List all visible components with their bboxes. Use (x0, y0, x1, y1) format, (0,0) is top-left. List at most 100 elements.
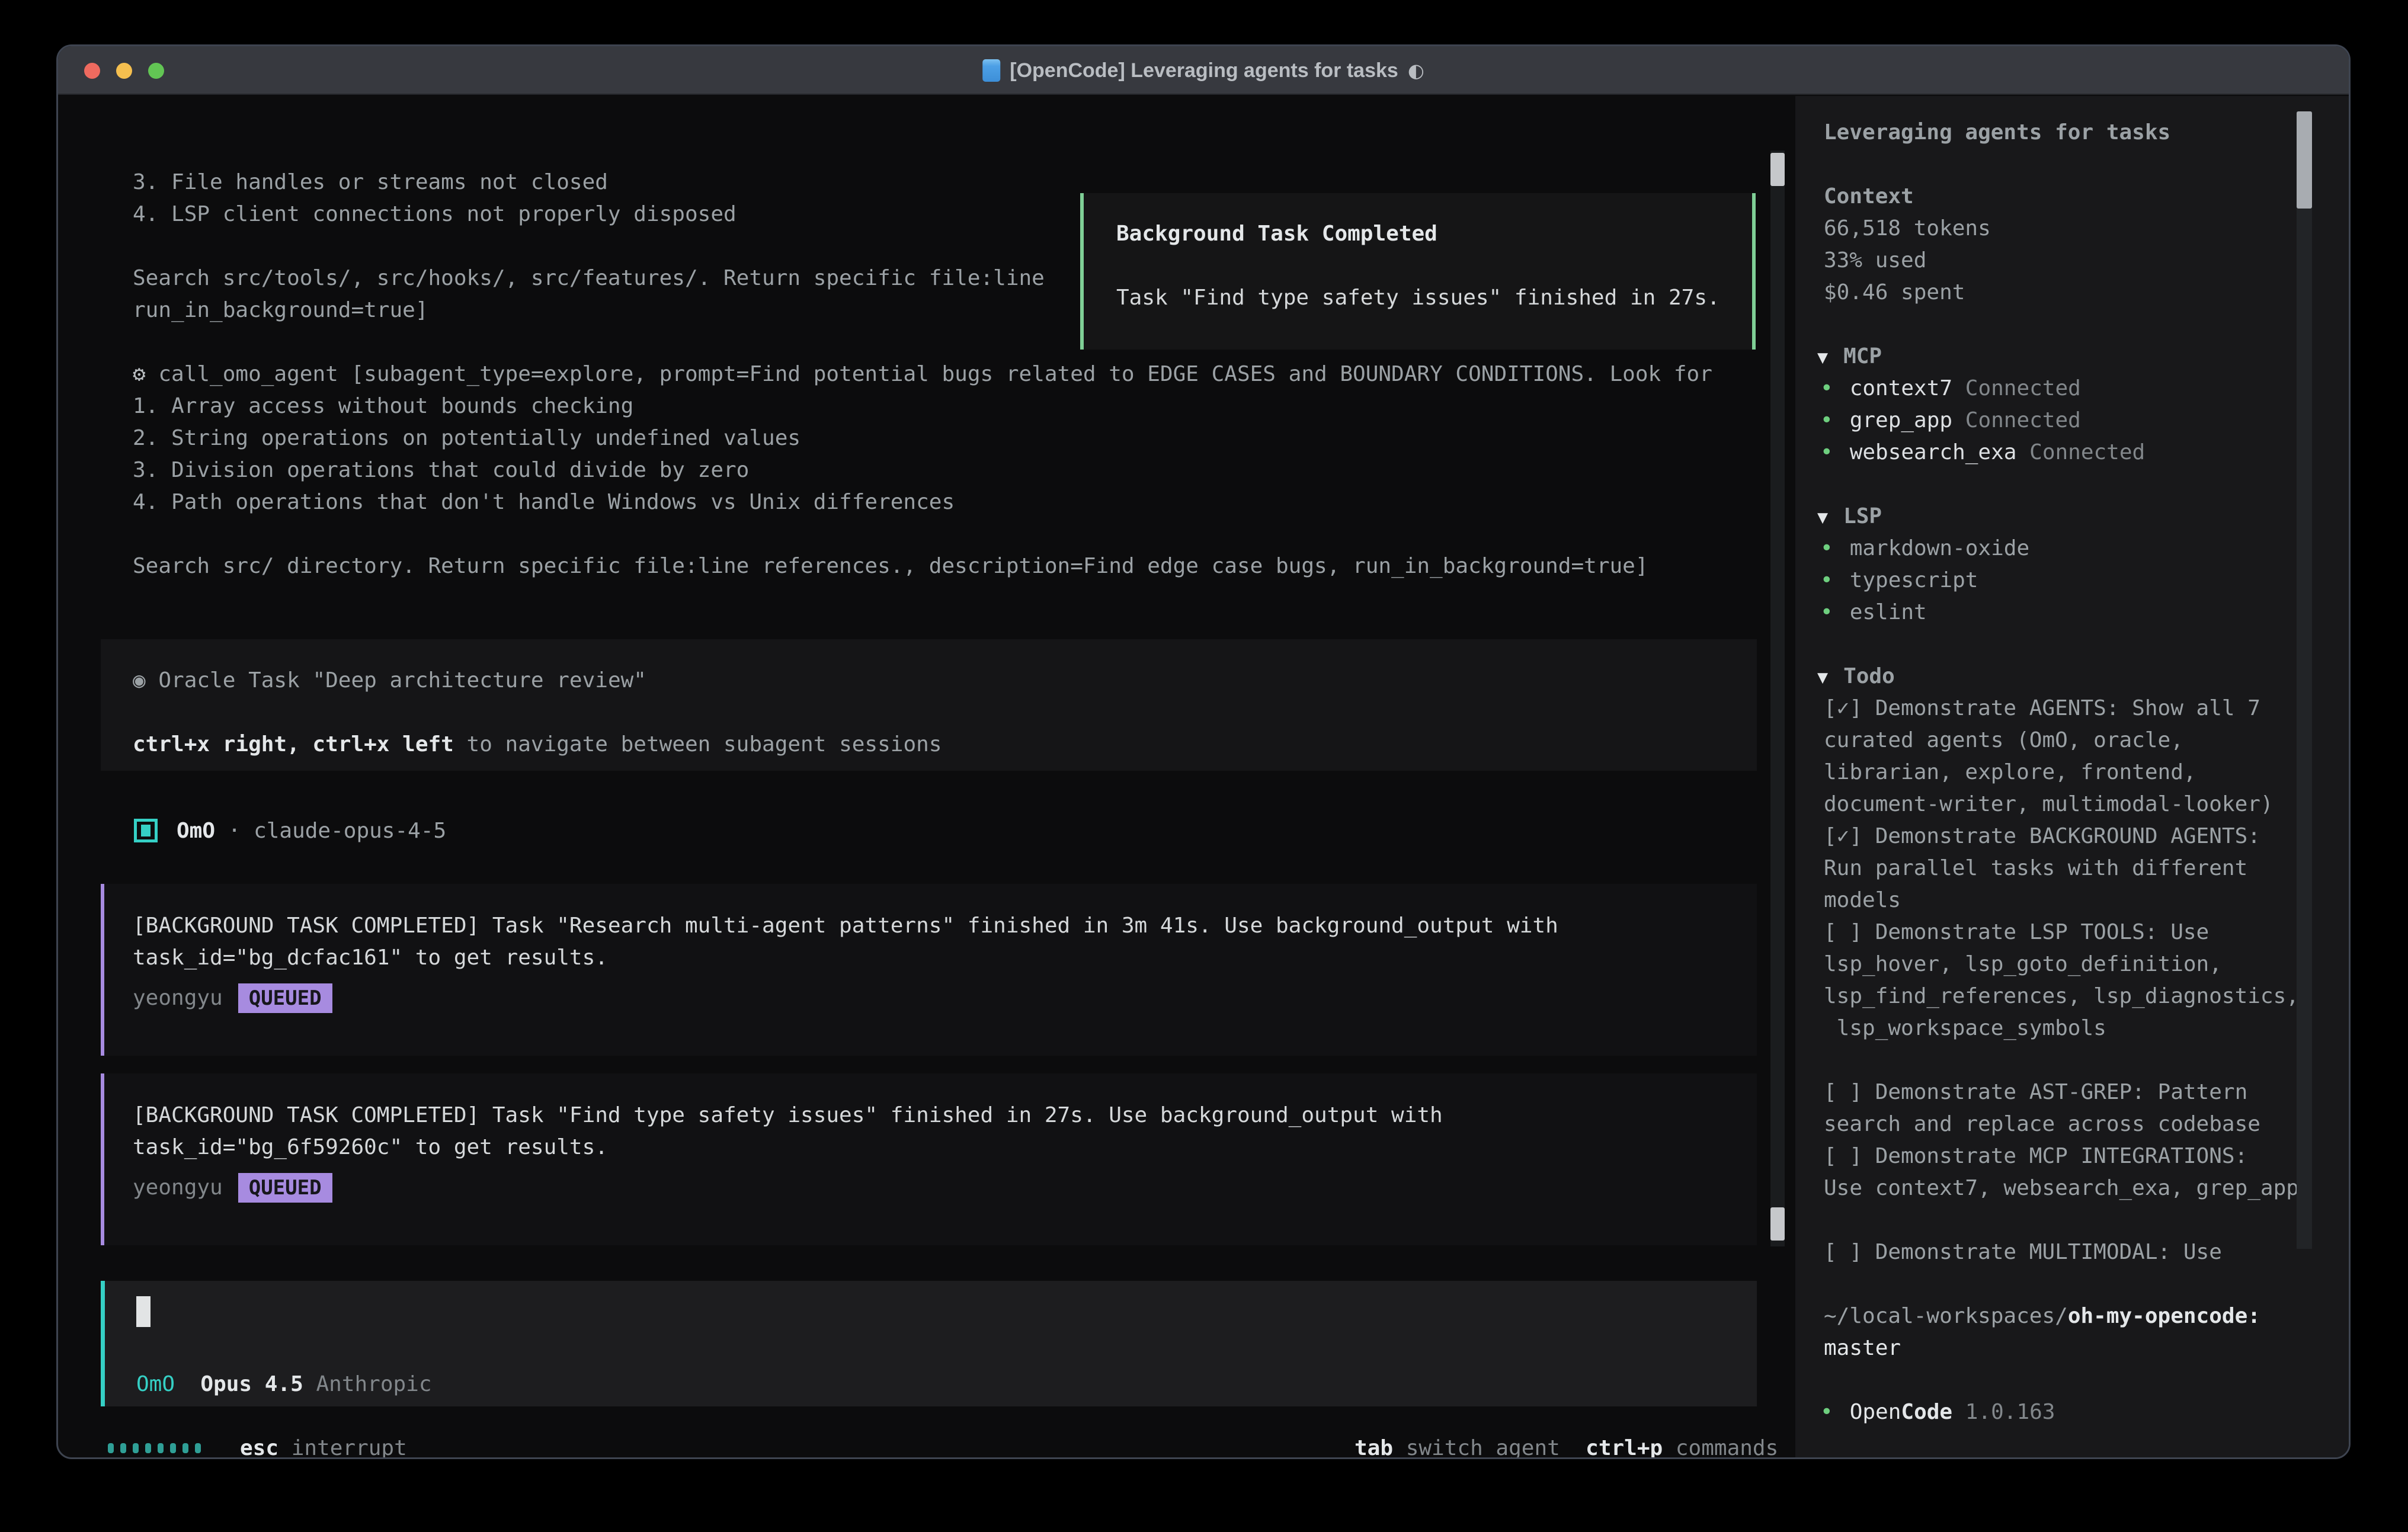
context-spent: $0.46 spent (1824, 277, 1965, 309)
mcp-item-name: context7 (1850, 376, 1952, 400)
todo-line: [✓] Demonstrate AGENTS: Show all 7 (1824, 693, 2260, 725)
half-moon-icon: ◐ (1408, 59, 1424, 82)
document-icon (982, 59, 1000, 82)
sidebar-scrollbar-track[interactable] (2297, 111, 2312, 1249)
bullet-icon: • (1820, 1400, 1833, 1424)
agent-name: OmO (177, 819, 215, 843)
notification-title: Background Task Completed (1116, 218, 1437, 250)
todo-line: [✓] Demonstrate BACKGROUND AGENTS: (1824, 821, 2260, 852)
tool-call-line: ⚙ call_omo_agent [subagent_type=explore,… (133, 358, 1712, 390)
session-sidebar: Leveraging agents for tasks Context 66,5… (1795, 96, 2349, 1457)
log-line: run_in_background=true] (133, 294, 428, 326)
oracle-icon: ◉ (133, 668, 146, 693)
context-used: 33% used (1824, 245, 1926, 277)
mcp-section-header[interactable]: ▼MCP (1817, 341, 1882, 374)
agent-separator: · (215, 819, 254, 843)
spacer (175, 1372, 200, 1396)
task-line2: task_id="bg_6f59260c" to get results. (133, 1132, 608, 1164)
lsp-item: • eslint (1820, 597, 1927, 629)
bullet-icon: • (1820, 600, 1833, 624)
input-model-name: Opus 4.5 (200, 1372, 303, 1396)
main-scrollbar-track[interactable] (1770, 150, 1785, 1246)
workspace-path: ~/local-workspaces/oh-my-opencode: (1824, 1300, 2260, 1332)
lsp-item: • typescript (1820, 565, 1978, 597)
ctrlp-key-hint: ctrl+p (1586, 1436, 1663, 1459)
app-version: 1.0.163 (1952, 1400, 2055, 1424)
traffic-lights (84, 63, 164, 79)
gear-icon: ⚙ (133, 362, 146, 386)
spacer (2016, 440, 2029, 464)
sidebar-scrollbar-thumb[interactable] (2297, 111, 2312, 209)
close-button[interactable] (84, 63, 100, 79)
minimize-button[interactable] (116, 63, 132, 79)
window-content: 3. File handles or streams not closed 4.… (58, 96, 2349, 1457)
input-agent-name: OmO (136, 1372, 175, 1396)
titlebar: [OpenCode] Leveraging agents for tasks ◐ (58, 46, 2349, 95)
todo-line: [ ] Demonstrate MULTIMODAL: Use (1824, 1236, 2222, 1268)
mcp-item: •websearch_exa Connected (1820, 437, 2145, 469)
task-meta-row: yeongyu QUEUED (133, 982, 332, 1014)
log-line: Search src/tools/, src/hooks/, src/featu… (133, 262, 1045, 294)
spinner-dots (108, 1436, 201, 1459)
task-meta-row: yeongyuQUEUED (133, 1172, 332, 1204)
background-task-message: [BACKGROUND TASK COMPLETED] Task "Find t… (101, 1073, 1757, 1245)
todo-line: [ ] Demonstrate MCP INTEGRATIONS: (1824, 1140, 2247, 1172)
mcp-item-status: Connected (1965, 376, 2081, 400)
mcp-item-status: Connected (1965, 408, 2081, 432)
terminal-window: [OpenCode] Leveraging agents for tasks ◐… (56, 44, 2351, 1459)
task-line1: [BACKGROUND TASK COMPLETED] Task "Find t… (133, 1100, 1443, 1132)
agent-header: OmO · claude-opus-4-5 (177, 815, 446, 847)
tool-call-item: 1. Array access without bounds checking (133, 390, 633, 422)
todo-line: librarian, explore, frontend, (1824, 757, 2196, 789)
bullet-icon: • (1820, 568, 1833, 592)
context-tokens: 66,518 tokens (1824, 213, 1991, 245)
lsp-item-name: eslint (1850, 600, 1927, 624)
main-scrollbar-thumb[interactable] (1770, 153, 1785, 186)
lsp-section-header[interactable]: ▼LSP (1817, 501, 1882, 534)
context-heading: Context (1824, 181, 1914, 213)
app-name: Open (1850, 1400, 1901, 1424)
todo-line: curated agents (OmO, oracle, (1824, 725, 2183, 757)
lsp-heading-label: LSP (1843, 504, 1882, 528)
notification-body: Task "Find type safety issues" finished … (1116, 282, 1720, 314)
workspace-repo: oh-my-opencode: (2068, 1304, 2260, 1328)
oracle-task-box: ◉ Oracle Task "Deep architecture review"… (101, 639, 1757, 771)
zoom-button[interactable] (148, 63, 164, 79)
input-provider-name: Anthropic (316, 1372, 431, 1396)
mcp-item: • context7 Connected (1820, 373, 2081, 405)
todo-line: Run parallel tasks with different (1824, 852, 2247, 884)
window-title: [OpenCode] Leveraging agents for tasks ◐ (982, 46, 1424, 95)
hint-rest: to navigate between subagent sessions (454, 732, 942, 757)
oracle-task-title: ◉ Oracle Task "Deep architecture review" (133, 665, 646, 697)
spacer (1560, 1436, 1586, 1459)
todo-line-active: lsp_hover, lsp_goto_definition, (1824, 948, 2222, 980)
main-scrollbar-thumb-bottom[interactable] (1770, 1207, 1785, 1241)
lsp-item: •markdown-oxide (1820, 533, 2029, 565)
tool-call-item: 2. String operations on potentially unde… (133, 422, 800, 454)
bullet-icon: • (1820, 376, 1833, 400)
todo-line: search and replace across codebase (1824, 1108, 2260, 1140)
todo-line-active: lsp_workspace_symbols (1824, 1012, 2106, 1044)
bullet-icon: • (1820, 536, 1833, 560)
spacer (1952, 376, 1965, 400)
todo-line: document-writer, multimodal-looker) (1824, 789, 2273, 821)
todo-section-header[interactable]: ▼Todo (1817, 661, 1895, 694)
lsp-item-name: typescript (1850, 568, 1978, 592)
task-author: yeongyu (133, 986, 223, 1010)
mcp-item-name: grep_app (1850, 408, 1952, 432)
bullet-icon: • (1820, 440, 1833, 464)
queued-badge: QUEUED (238, 983, 332, 1013)
chevron-down-icon: ▼ (1817, 347, 1828, 368)
spacer (303, 1372, 316, 1396)
log-line: 4. LSP client connections not properly d… (133, 198, 737, 230)
text-cursor (136, 1296, 150, 1327)
log-line: 3. File handles or streams not closed (133, 166, 608, 198)
agent-model: claude-opus-4-5 (254, 819, 446, 843)
todo-line: [ ] Demonstrate AST-GREP: Pattern (1824, 1076, 2247, 1108)
esc-key-hint: esc (240, 1436, 278, 1459)
prompt-input[interactable]: OmO Opus 4.5 Anthropic (101, 1281, 1757, 1406)
task-line1: [BACKGROUND TASK COMPLETED] Task "Resear… (133, 910, 1558, 942)
esc-key-label: interrupt (278, 1436, 407, 1459)
spacer (1952, 408, 1965, 432)
statusbar-left: esc interrupt (240, 1432, 407, 1459)
